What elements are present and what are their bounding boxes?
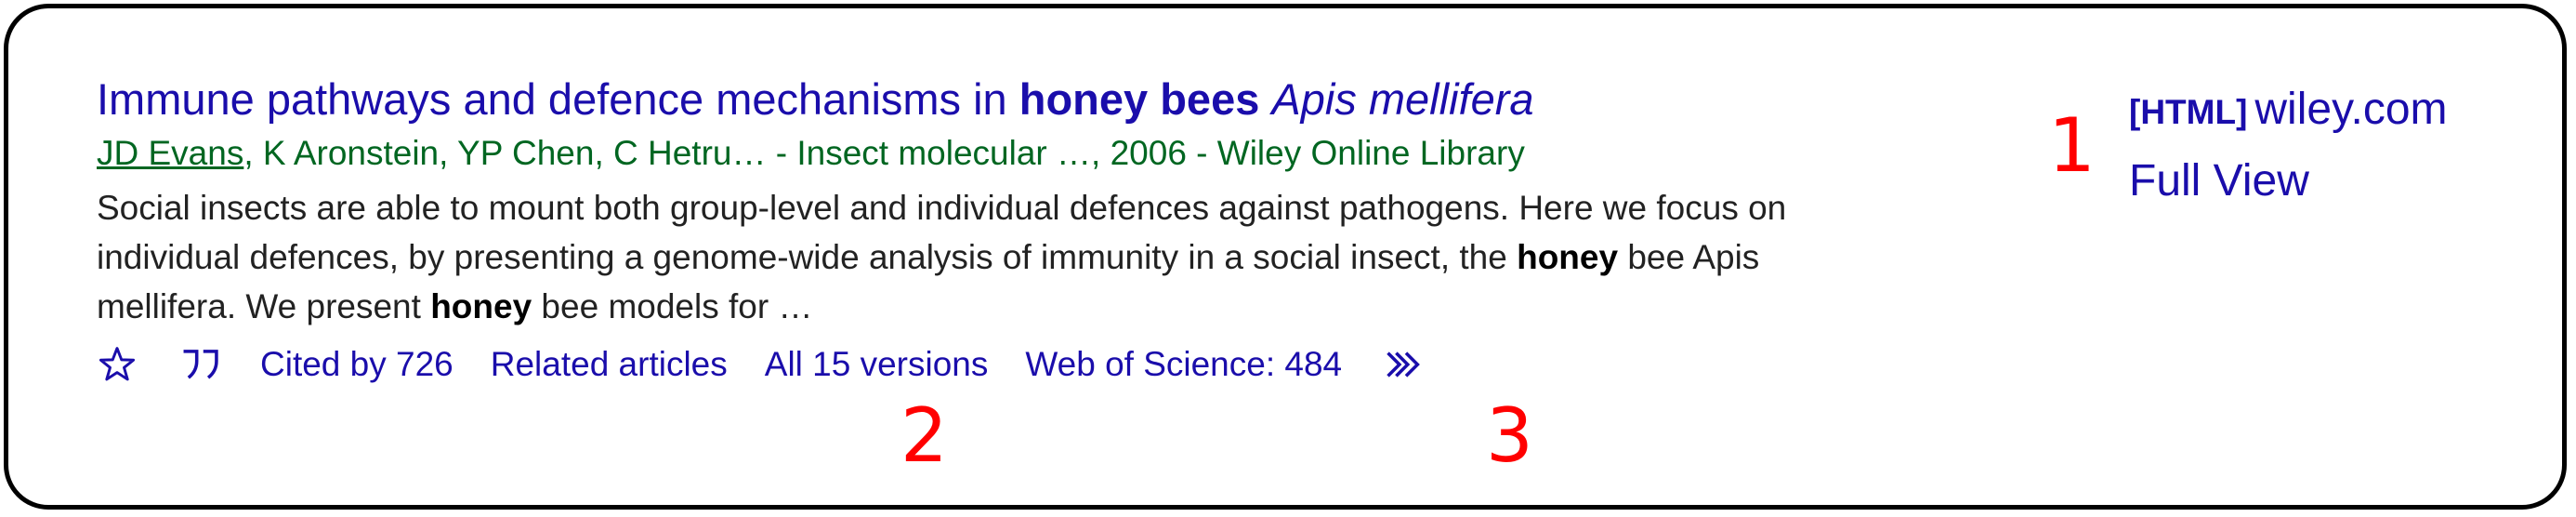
full-view-link[interactable]: Full View bbox=[2129, 156, 2309, 205]
format-label: [HTML] bbox=[2129, 93, 2248, 131]
snippet-highlight: honey bbox=[1517, 238, 1619, 276]
result-byline: JD Evans, K Aronstein, YP Chen, C Hetru…… bbox=[97, 131, 1862, 176]
annotation-marker-1: 1 bbox=[2048, 102, 2096, 189]
title-italic: Apis mellifera bbox=[1271, 74, 1534, 124]
byline-rest: , K Aronstein, YP Chen, C Hetru… - Insec… bbox=[243, 134, 1525, 172]
related-articles-link[interactable]: Related articles bbox=[491, 342, 728, 387]
result-title-link[interactable]: Immune pathways and defence mechanisms i… bbox=[97, 73, 1862, 126]
annotation-marker-3: 3 bbox=[1486, 392, 1533, 479]
source-domain: wiley.com bbox=[2254, 85, 2448, 134]
screenshot-frame: Immune pathways and defence mechanisms i… bbox=[4, 4, 2567, 510]
all-versions-link[interactable]: All 15 versions bbox=[765, 342, 989, 387]
author-link[interactable]: JD Evans bbox=[97, 134, 243, 172]
web-of-science-link[interactable]: Web of Science: 484 bbox=[1025, 342, 1342, 387]
html-source-link[interactable]: [HTML] wiley.com bbox=[2129, 75, 2448, 147]
annotation-marker-2: 2 bbox=[900, 392, 948, 479]
star-icon[interactable] bbox=[97, 344, 138, 385]
full-text-sidebar: [HTML] wiley.com Full View bbox=[2129, 75, 2448, 216]
cited-by-link[interactable]: Cited by 726 bbox=[260, 342, 453, 387]
result-actions: Cited by 726 Related articles All 15 ver… bbox=[97, 342, 1862, 387]
snippet-highlight: honey bbox=[430, 287, 532, 325]
title-plain: Immune pathways and defence mechanisms i… bbox=[97, 74, 1019, 124]
quote-icon[interactable] bbox=[180, 346, 223, 383]
snippet-text: bee models for … bbox=[532, 287, 813, 325]
title-bold: honey bees bbox=[1019, 74, 1260, 124]
search-result: Immune pathways and defence mechanisms i… bbox=[97, 73, 1862, 387]
double-chevron-icon[interactable] bbox=[1385, 348, 1427, 381]
result-snippet: Social insects are able to mount both gr… bbox=[97, 183, 1816, 331]
